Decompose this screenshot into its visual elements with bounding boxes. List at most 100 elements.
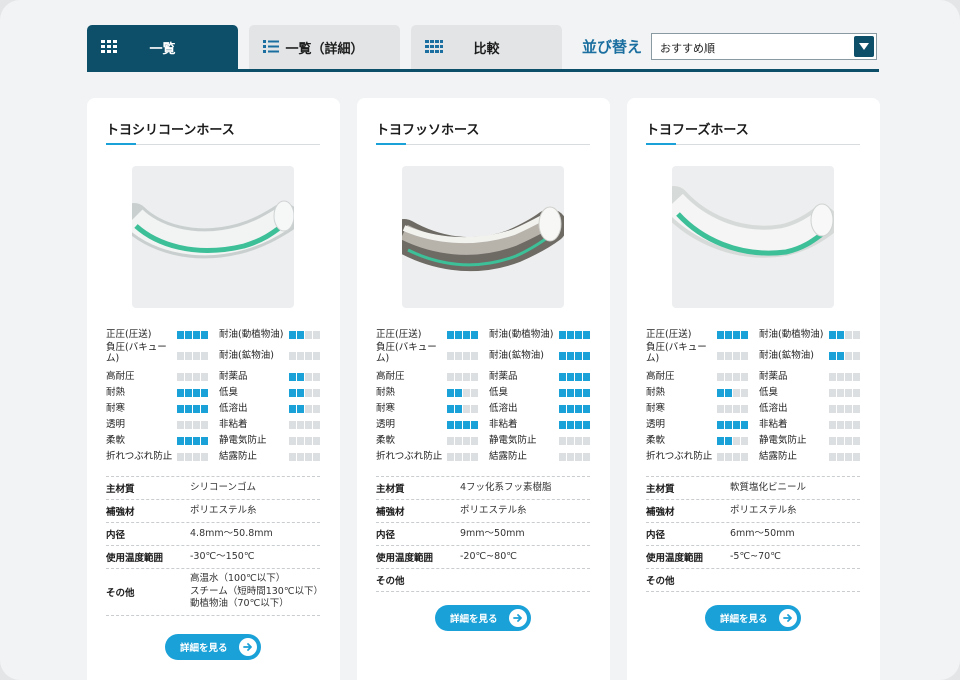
rating-cell (455, 352, 462, 360)
property-label: 非粘着 (759, 419, 788, 430)
property-row: 負圧(バキューム) 耐油(鉱物油) (376, 342, 590, 369)
rating-bar (447, 453, 478, 461)
property-label: 折れつぶれ防止 (376, 451, 443, 462)
rating-cell (725, 352, 732, 360)
rating-bar (829, 421, 860, 429)
rating-cell (725, 405, 732, 413)
title-divider (106, 144, 320, 145)
spec-row: 主材質 軟質塩化ビニール (646, 477, 860, 500)
property-label: 正圧(圧送) (106, 329, 152, 340)
spec-value: 4.8mm～50.8mm (190, 527, 273, 539)
rating-cell (177, 421, 184, 429)
rating-cell (829, 331, 836, 339)
chevron-down-icon[interactable] (854, 36, 874, 57)
property-label: 低溶出 (489, 403, 518, 414)
rating-bar (559, 389, 590, 397)
sort-select[interactable]: おすすめ順 (651, 33, 877, 60)
rating-cell (471, 437, 478, 445)
rating-cell (717, 331, 724, 339)
tab-list[interactable]: 一覧 (87, 25, 238, 69)
rating-cell (313, 421, 320, 429)
rating-cell (185, 437, 192, 445)
rating-cell (471, 421, 478, 429)
rating-cell (845, 331, 852, 339)
rating-cell (447, 373, 454, 381)
tab-list-detail[interactable]: 一覧（詳細） (249, 25, 400, 69)
property-row: 柔軟 静電気防止 (646, 433, 860, 449)
rating-cell (201, 389, 208, 397)
rating-cell (717, 389, 724, 397)
rating-bar (829, 405, 860, 413)
property-label: 透明 (376, 419, 396, 430)
property-label: 耐油(鉱物油) (489, 350, 544, 361)
rating-cell (455, 331, 462, 339)
rating-cell (845, 389, 852, 397)
property-label: 耐油(鉱物油) (759, 350, 814, 361)
property-row: 折れつぶれ防止 結露防止 (106, 449, 320, 465)
rating-cell (837, 453, 844, 461)
rating-cell (837, 331, 844, 339)
spec-row: 主材質 4フッ化系フッ素樹脂 (376, 477, 590, 500)
rating-cell (471, 453, 478, 461)
rating-bar (289, 421, 320, 429)
rating-cell (313, 331, 320, 339)
property-label: 低臭 (219, 387, 239, 398)
spec-row: 使用温度範囲 -5℃~70℃ (646, 546, 860, 569)
rating-cell (845, 352, 852, 360)
property-row: 耐熱 低臭 (376, 385, 590, 401)
rating-bar (829, 453, 860, 461)
rating-cell (559, 331, 566, 339)
rating-cell (567, 405, 574, 413)
rating-cell (177, 352, 184, 360)
rating-cell (297, 437, 304, 445)
property-label: 静電気防止 (489, 435, 537, 446)
rating-cell (741, 453, 748, 461)
rating-bar (717, 405, 748, 413)
rating-cell (289, 373, 296, 381)
rating-cell (463, 405, 470, 413)
rating-cell (741, 373, 748, 381)
property-label: 耐熱 (106, 387, 126, 398)
property-label: 低溶出 (219, 403, 248, 414)
rating-cell (177, 437, 184, 445)
spec-row: その他 (376, 569, 590, 592)
rating-cell (447, 352, 454, 360)
view-details-button[interactable]: 詳細を見る (705, 605, 801, 631)
rating-cell (463, 373, 470, 381)
rating-cell (845, 453, 852, 461)
rating-bar (717, 352, 748, 360)
view-details-button[interactable]: 詳細を見る (165, 634, 261, 660)
rating-cell (837, 405, 844, 413)
rating-bar (447, 331, 478, 339)
rating-cell (741, 421, 748, 429)
rating-cell (575, 453, 582, 461)
rating-cell (313, 352, 320, 360)
product-image (402, 166, 564, 308)
property-row: 耐熱 低臭 (106, 385, 320, 401)
rating-cell (463, 453, 470, 461)
rating-cell (559, 389, 566, 397)
rating-cell (717, 421, 724, 429)
property-row: 高耐圧 耐薬品 (106, 369, 320, 385)
title-accent (106, 143, 136, 145)
rating-cell (289, 405, 296, 413)
list-icon (263, 40, 279, 54)
property-label: 負圧(バキューム) (106, 342, 167, 364)
property-row: 柔軟 静電気防止 (106, 433, 320, 449)
spec-row: 内径 4.8mm～50.8mm (106, 523, 320, 546)
tab-compare[interactable]: 比較 (411, 25, 562, 69)
rating-cell (455, 373, 462, 381)
rating-cell (297, 352, 304, 360)
rating-cell (741, 405, 748, 413)
rating-cell (289, 421, 296, 429)
rating-bar (717, 453, 748, 461)
rating-cell (313, 453, 320, 461)
rating-bar (717, 389, 748, 397)
rating-cell (463, 421, 470, 429)
property-row: 透明 非粘着 (376, 417, 590, 433)
view-details-button[interactable]: 詳細を見る (435, 605, 531, 631)
rating-bar (289, 437, 320, 445)
rating-cell (193, 421, 200, 429)
rating-cell (567, 421, 574, 429)
rating-cell (305, 331, 312, 339)
